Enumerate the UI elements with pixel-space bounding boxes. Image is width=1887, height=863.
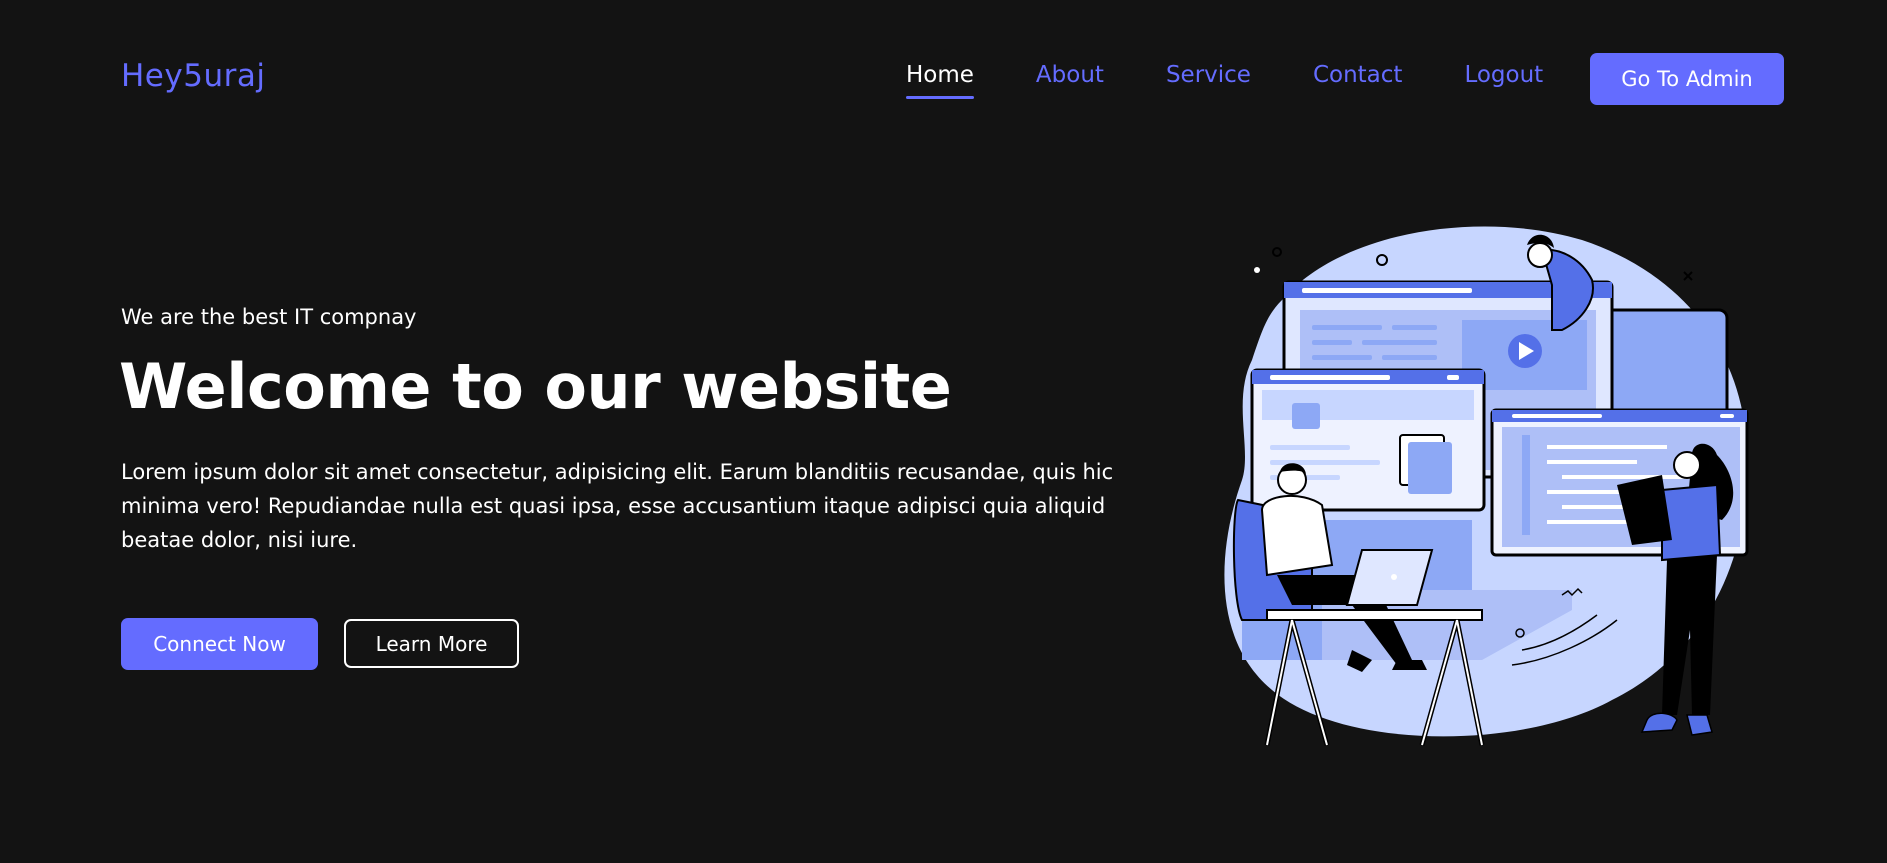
connect-now-button[interactable]: Connect Now <box>121 618 318 670</box>
logo[interactable]: Hey5uraj <box>121 58 265 94</box>
nav-link-about[interactable]: About <box>1036 62 1104 88</box>
main-nav: Home About Service Contact Logout <box>906 62 1543 99</box>
learn-more-button[interactable]: Learn More <box>344 619 519 668</box>
web-team-illustration-icon <box>1224 226 1749 746</box>
hero-description: Lorem ipsum dolor sit amet consectetur, … <box>121 460 1114 552</box>
nav-link-service[interactable]: Service <box>1166 62 1251 88</box>
nav-link-logout[interactable]: Logout <box>1464 62 1543 88</box>
hero-tagline: We are the best IT compnay <box>121 305 417 329</box>
landing-page: Hey5uraj Home About Service Contact Logo… <box>0 0 1887 863</box>
nav-link-contact[interactable]: Contact <box>1313 62 1402 88</box>
hero-headline: Welcome to our website <box>119 350 952 423</box>
go-to-admin-button[interactable]: Go To Admin <box>1590 53 1784 105</box>
nav-link-home[interactable]: Home <box>906 62 974 99</box>
